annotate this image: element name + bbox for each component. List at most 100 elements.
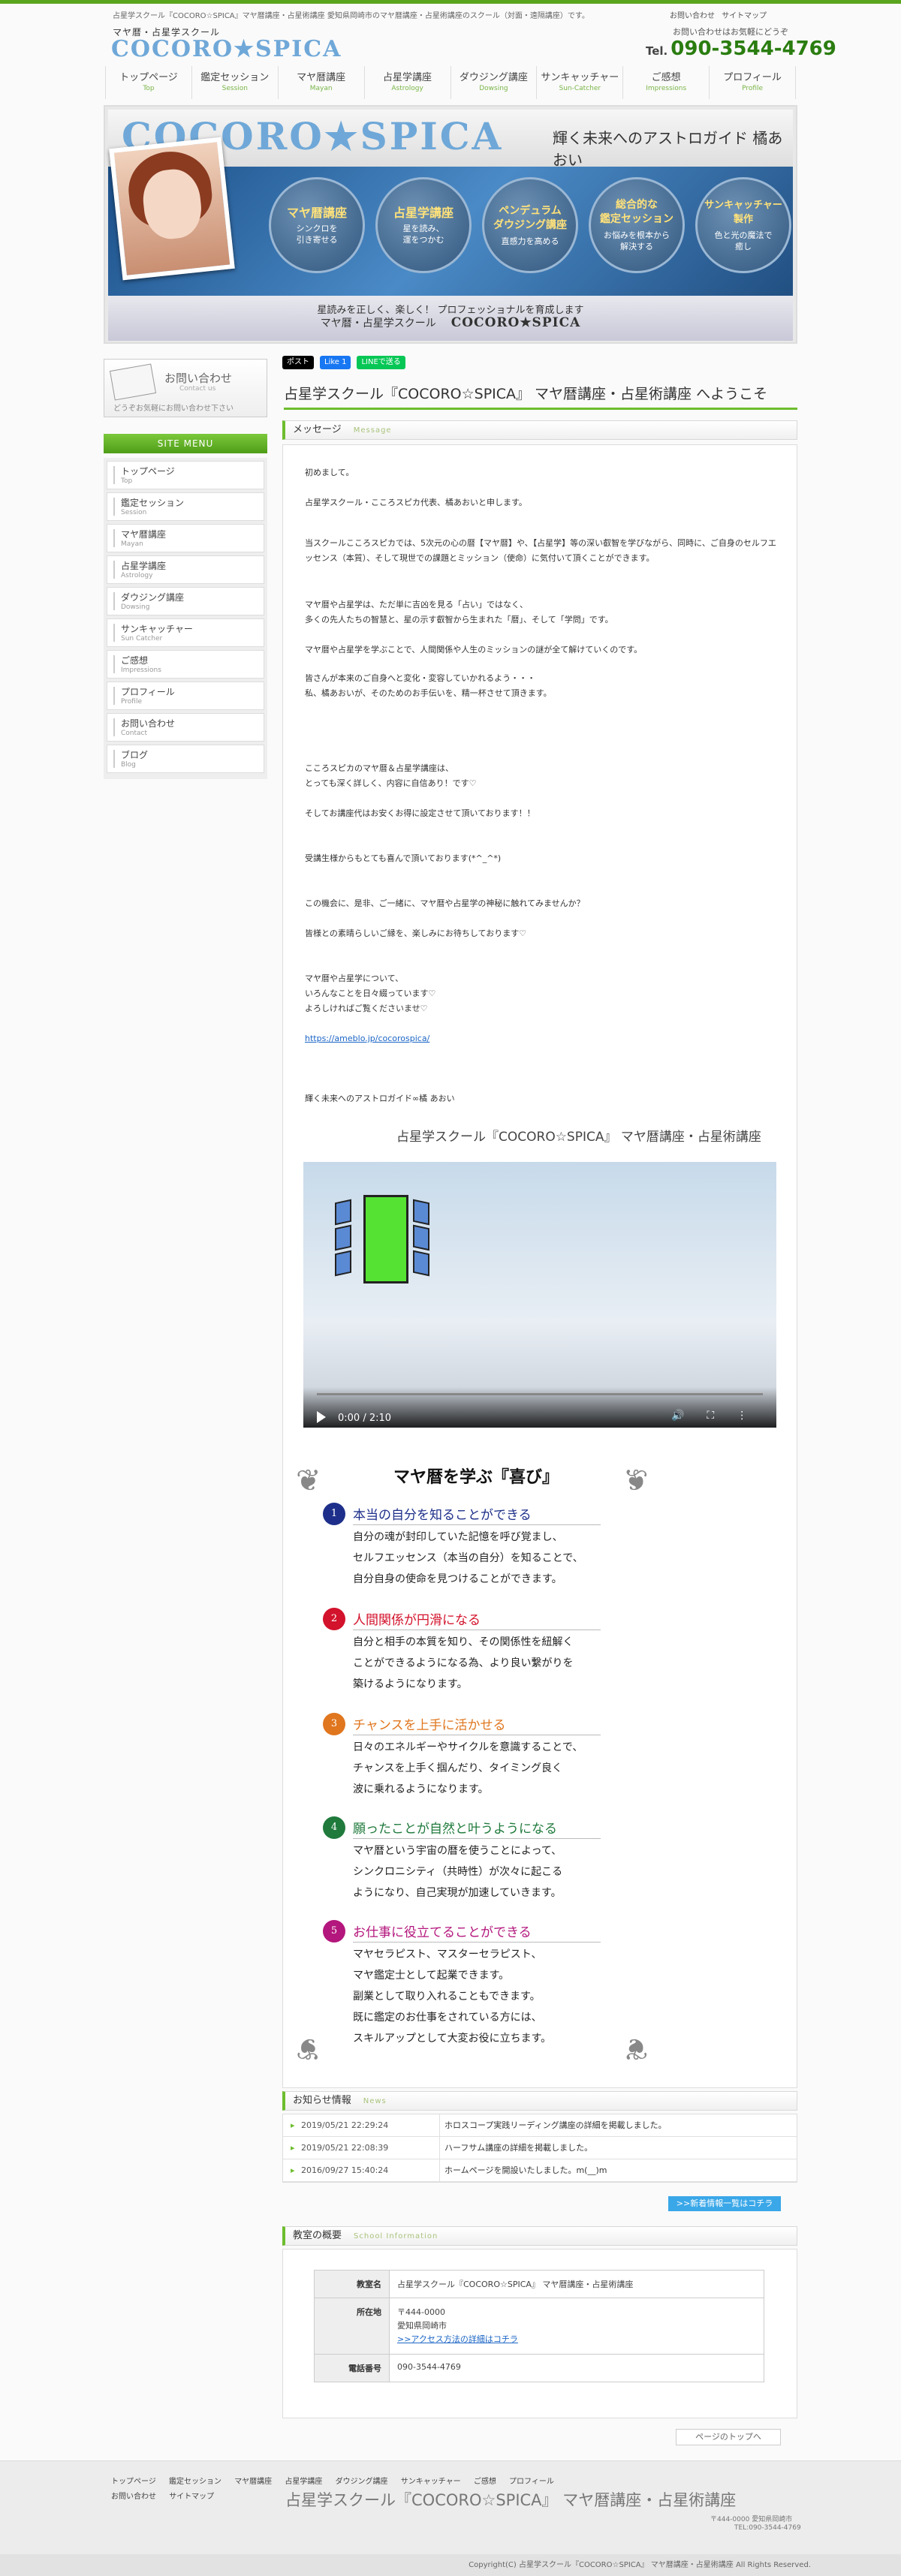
joy-body-2: 自分と相手の本質を知り、その関係性を紐解く ことができるようになる為、より良い繋… — [353, 1636, 574, 1690]
footer-link-mayan[interactable]: マヤ暦講座 — [234, 2478, 272, 2486]
sidebar-contact-banner[interactable]: お問い合わせ Contact us どうぞお気軽にお問い合わせ下さい — [104, 359, 267, 417]
tel-note: お問い合わせはお気軽にどうぞ — [673, 27, 788, 37]
message-p11: 皆様との素晴らしいご縁を、楽しみにお待ちしております♡ — [305, 928, 527, 938]
sidebar-item-dowsing[interactable]: ダウジング講座 Dowsing — [107, 587, 264, 615]
footer-address: 〒444-0000 愛知県岡崎市 — [710, 2516, 793, 2523]
news-row[interactable]: 2016/09/27 15:40:24ホームページを開設いたしました。m(__)… — [283, 2159, 797, 2182]
table-row: 教室名 占星学スクール『COCORO☆SPICA』 マヤ暦講座・占星術講座 — [314, 2270, 764, 2298]
joy-body-3: 日々のエネルギーやサイクルを意識することで、 チャンスを上手く掴んだり、タイミン… — [353, 1741, 583, 1795]
video-progress-bar[interactable] — [317, 1393, 763, 1395]
school-heading: 教室の概要 School Information — [282, 2226, 797, 2246]
video-window-graphic — [320, 1178, 432, 1299]
message-p6: 皆さんが本来のご自身へと変化・変容していかれるよう・・・ 私、橘あおいが、そのた… — [305, 673, 552, 698]
hero-circle-astrology: 占星学講座 星を読み、 運をつかむ — [375, 177, 472, 273]
footer-tel: TEL:090-3544-4769 — [734, 2524, 801, 2532]
video-time: 0:00 / 2:10 — [338, 1413, 392, 1424]
footer-link-dowsing[interactable]: ダウジング講座 — [336, 2478, 388, 2486]
access-link[interactable]: >>アクセス方法の詳細はコチラ — [397, 2333, 756, 2346]
contact-banner-note: どうぞお気軽にお問い合わせ下さい — [113, 405, 234, 413]
copyright: Copyright(C) 占星学スクール『COCORO☆SPICA』 マヤ暦講座… — [0, 2554, 901, 2576]
site-menu: トップページ Top 鑑定セッション Session マヤ暦講座 Mayan 占星学講… — [104, 458, 267, 779]
message-signature: 輝く未来へのアストロガイド∞橘 あおい — [305, 1094, 455, 1103]
site-description: 占星学スクール『COCORO☆SPICA』マヤ暦講座・占星術講座 愛知県岡崎市の… — [113, 12, 589, 20]
contact-banner-title: お問い合わせ — [164, 372, 233, 385]
sidebar-item-impressions[interactable]: ご感想 Impressions — [107, 650, 264, 679]
joy-number-1: 1 — [323, 1503, 345, 1525]
footer-link-contact[interactable]: お問い合わせ — [111, 2493, 156, 2501]
site-logo[interactable]: COCORO★SPICA — [111, 36, 342, 62]
sidebar-item-suncatcher[interactable]: サンキャッチャー Sun Catcher — [107, 618, 264, 647]
hero-tagline: 輝く未来へのアストロガイド 橘あおい — [553, 129, 783, 169]
joy-heading-2: 人間関係が円滑になる — [353, 1609, 601, 1630]
joy-body-1: 自分の魂が封印していた記憶を呼び覚まし、 セルフエッセンス（本当の自分）を知るこ… — [353, 1531, 583, 1585]
top-link-contact[interactable]: お問い合わせ — [670, 12, 715, 20]
gnav-item-impressions[interactable]: ご感想 Impressions — [623, 66, 710, 99]
global-nav: トップページ Top 鑑定セッション Session マヤ暦講座 Mayan 占星学講… — [105, 66, 796, 99]
news-row[interactable]: 2019/05/21 22:08:39ハーフサム講座の詳細を掲載しました。 — [283, 2137, 797, 2159]
footer-link-top[interactable]: トップページ — [111, 2478, 156, 2486]
sidebar-item-astrology[interactable]: 占星学講座 Astrology — [107, 555, 264, 584]
joy-heading-3: チャンスを上手に活かせる — [353, 1714, 601, 1735]
message-p1: 初めまして。 — [305, 468, 354, 477]
gnav-item-astrology[interactable]: 占星学講座 Astrology — [365, 66, 451, 99]
gnav-item-profile[interactable]: プロフィール Profile — [710, 66, 796, 99]
tel-number: Tel. 090-3544-4769 — [646, 38, 836, 60]
footer-link-astrology[interactable]: 占星学講座 — [285, 2478, 322, 2486]
gnav-item-session[interactable]: 鑑定セッション Session — [192, 66, 279, 99]
footer-nav: トップページ 鑑定セッション マヤ暦講座 占星学講座 ダウジング講座 サンキャッ… — [111, 2475, 565, 2486]
table-row: 所在地 〒444-0000 愛知県岡崎市 >>アクセス方法の詳細はコチラ — [314, 2298, 764, 2355]
line-share-button[interactable]: LINEで送る — [357, 356, 405, 369]
message-p9: 受講生様からもとても喜んで頂いております(*^_^*) — [305, 853, 502, 863]
joy-title: マヤ暦を学ぶ『喜び』 — [393, 1467, 559, 1487]
school-name-heading: 占星学スクール『COCORO☆SPICA』 マヤ暦講座・占星術講座 — [396, 1130, 761, 1145]
joy-number-2: 2 — [323, 1608, 345, 1630]
envelope-icon — [109, 363, 157, 401]
hero-circle-suncatcher: サンキャッチャー 製作 色と光の魔法で 癒し — [695, 177, 791, 273]
footer-link-impressions[interactable]: ご感想 — [474, 2478, 496, 2486]
news-row[interactable]: 2019/05/21 22:29:24ホロスコープ実践リーディング講座の詳細を掲… — [283, 2114, 797, 2137]
gnav-item-suncatcher[interactable]: サンキャッチャー Sun-Catcher — [537, 66, 624, 99]
message-p7: こころスピカのマヤ暦＆占星学講座は、 とっても深く詳しく、内容に自信あり！です♡ — [305, 763, 477, 788]
joy-body-5: マヤセラピスト、マスターセラピスト、 マヤ鑑定士として起業できます。 副業として… — [353, 1949, 552, 2045]
page-top-button[interactable]: ページのトップへ — [676, 2429, 781, 2445]
message-p10: この機会に、是非、ご一緒に、マヤ暦や占星学の神秘に触れてみませんか？ — [305, 898, 585, 908]
gnav-item-top[interactable]: トップページ Top — [105, 66, 192, 99]
table-row: 電話番号 090-3544-4769 — [314, 2354, 764, 2382]
gnav-item-mayan[interactable]: マヤ暦講座 Mayan — [279, 66, 365, 99]
message-p4: マヤ暦や占星学は、ただ単に吉凶を見る「占い」ではなく、 多くの先人たちの智慧と、… — [305, 600, 613, 624]
top-links: お問い合わせ サイトマップ — [665, 9, 767, 20]
sidebar-item-mayan[interactable]: マヤ暦講座 Mayan — [107, 524, 264, 552]
message-p2: 占星学スクール・こころスピカ代表、橘あおいと申します。 — [305, 498, 527, 507]
tweet-button[interactable]: ポスト — [282, 356, 314, 369]
gnav-item-dowsing[interactable]: ダウジング講座 Dowsing — [451, 66, 538, 99]
blog-link[interactable]: https://ameblo.jp/cocorospica/ — [305, 1031, 429, 1046]
hero-circle-mayan: マヤ暦講座 シンクロを 引き寄せる — [269, 177, 365, 273]
footer-link-profile[interactable]: プロフィール — [509, 2478, 554, 2486]
footer-link-sitemap[interactable]: サイトマップ — [169, 2493, 214, 2501]
sidebar-item-blog[interactable]: ブログ Blog — [107, 745, 264, 773]
joy-body-4: マヤ暦という宇宙の暦を使うことによって、 シンクロニシティ（共時性）が次々に起こ… — [353, 1845, 563, 1899]
like-button[interactable]: Like 1 — [320, 356, 351, 369]
top-link-sitemap[interactable]: サイトマップ — [722, 12, 767, 20]
message-p5: マヤ暦や占星学を学ぶことで、人間関係や人生のミッションの謎が全て解けていくのです… — [305, 645, 643, 655]
social-buttons: ポスト Like 1 LINEで送る — [282, 356, 405, 369]
video-control-icons[interactable]: 🔊⛶⋮ — [671, 1410, 770, 1422]
news-more-button[interactable]: >>新着情報一覧はコチラ — [668, 2196, 781, 2211]
footer-link-session[interactable]: 鑑定セッション — [169, 2478, 221, 2486]
message-p3: 当スクールこころスピカでは、5次元の心の暦【マヤ暦】や、【占星学】等の深い叡智を… — [305, 538, 776, 563]
joy-number-3: 3 — [323, 1713, 345, 1735]
hero-circle-dowsing: ペンデュラム ダウジング講座 直感力を高める — [482, 177, 578, 273]
sidebar-item-top[interactable]: トップページ Top — [107, 461, 264, 489]
top-accent-line — [0, 0, 901, 4]
sidebar-item-contact[interactable]: お問い合わせ Contact — [107, 713, 264, 742]
hero-circle-session: 総合的な 鑑定セッション お悩みを根本から 解決する — [589, 177, 685, 273]
footer: トップページ 鑑定セッション マヤ暦講座 占星学講座 ダウジング講座 サンキャッ… — [0, 2460, 901, 2576]
video-player[interactable]: 0:00 / 2:10 🔊⛶⋮ — [303, 1162, 776, 1428]
sidebar-item-session[interactable]: 鑑定セッション Session — [107, 492, 264, 521]
play-icon[interactable] — [317, 1411, 326, 1423]
contact-banner-en: Contact us — [179, 385, 216, 393]
joy-number-4: 4 — [323, 1816, 345, 1839]
site-menu-heading: SITE MENU — [104, 434, 267, 453]
sidebar-item-profile[interactable]: プロフィール Profile — [107, 682, 264, 710]
footer-link-suncatcher[interactable]: サンキャッチャー — [401, 2478, 461, 2486]
